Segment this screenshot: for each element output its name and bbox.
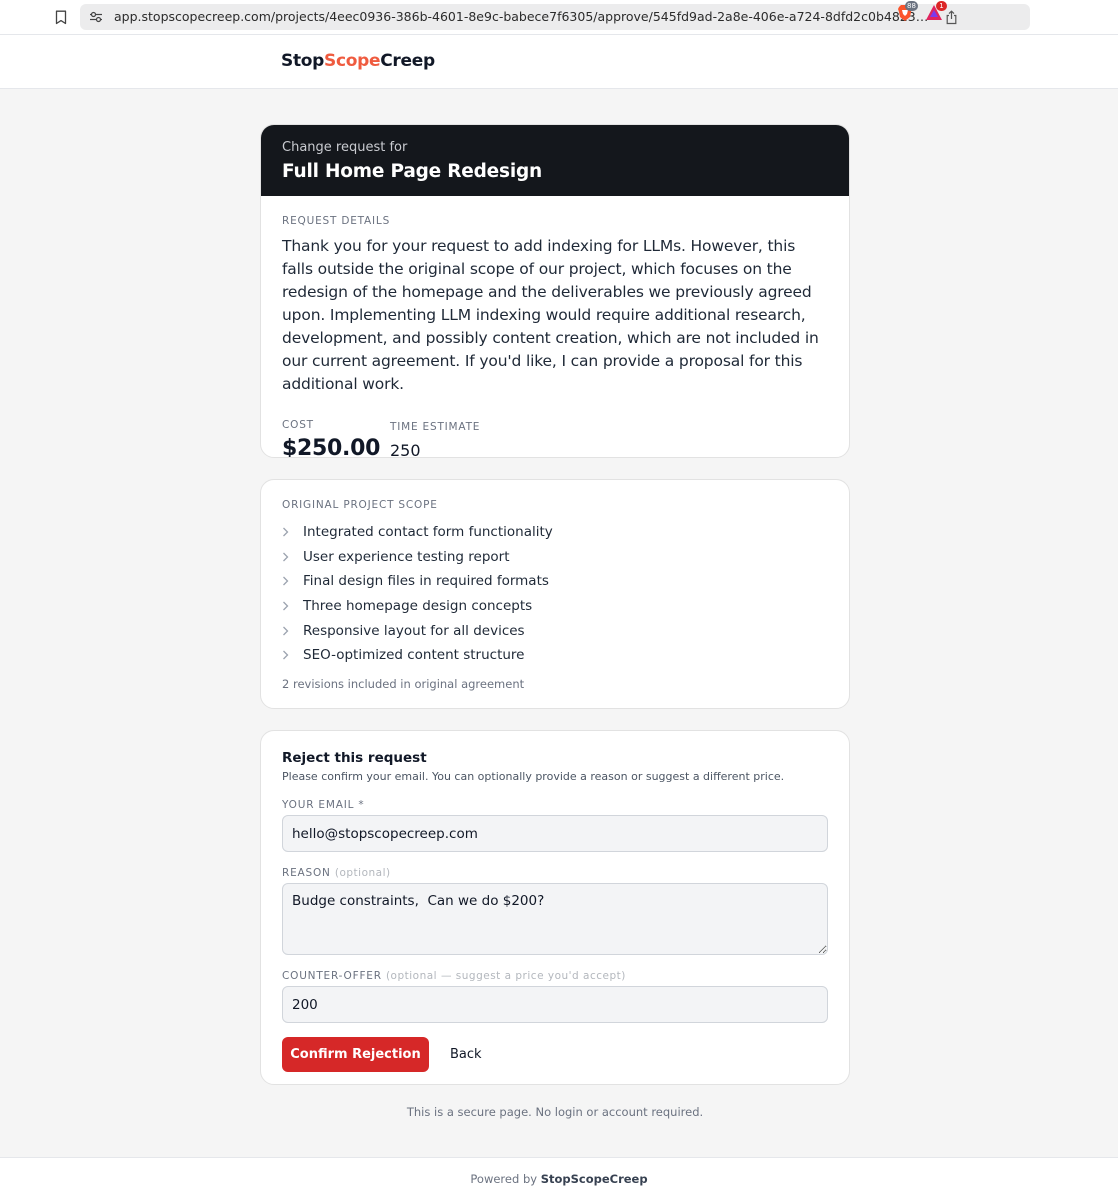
site-info-icon[interactable] xyxy=(88,9,104,25)
logo-text-scope: Scope xyxy=(324,51,381,71)
scope-item-label: Three homepage design concepts xyxy=(303,598,533,615)
time-estimate-metric: TIME ESTIMATE 250 xyxy=(390,420,481,458)
confirm-rejection-button[interactable]: Confirm Rejection xyxy=(282,1037,429,1072)
browser-toolbar: app.stopscopecreep.com/projects/4eec0936… xyxy=(0,0,1118,35)
rewards-count-badge: 1 xyxy=(936,1,947,11)
powered-by-text: Powered by xyxy=(470,1172,538,1186)
email-field[interactable] xyxy=(282,815,828,852)
counter-offer-input[interactable] xyxy=(282,986,828,1023)
footer-brand-link[interactable]: StopScopeCreep xyxy=(541,1172,648,1186)
chevron-right-icon xyxy=(282,527,303,537)
scope-item-label: Responsive layout for all devices xyxy=(303,622,525,639)
cost-value: $250.00 xyxy=(282,436,381,458)
original-scope-card: ORIGINAL PROJECT SCOPE Integrated contac… xyxy=(260,479,850,709)
reason-optional-hint: (optional) xyxy=(334,867,391,879)
secure-page-note: This is a secure page. No login or accou… xyxy=(406,1105,704,1119)
site-header: StopScopeCreep xyxy=(0,35,1118,89)
bookmark-icon[interactable] xyxy=(52,8,70,26)
time-estimate-value: 250 xyxy=(390,441,421,458)
scope-item: Responsive layout for all devices xyxy=(282,618,828,643)
card-header: Change request for Full Home Page Redesi… xyxy=(261,125,849,196)
back-button[interactable]: Back xyxy=(450,1047,482,1062)
scope-item-label: SEO-optimized content structure xyxy=(303,647,525,664)
cost-label: COST xyxy=(282,419,314,431)
reject-title: Reject this request xyxy=(282,750,427,766)
reason-label-text: REASON xyxy=(282,867,331,879)
project-title: Full Home Page Redesign xyxy=(282,161,542,182)
email-label: YOUR EMAIL * xyxy=(282,799,365,811)
change-request-subtitle: Change request for xyxy=(282,140,408,155)
form-actions: Confirm Rejection Back xyxy=(282,1037,828,1072)
reason-textarea[interactable]: Budge constraints, Can we do $200? xyxy=(282,883,828,955)
scope-label: ORIGINAL PROJECT SCOPE xyxy=(282,499,438,511)
scope-item: SEO-optimized content structure xyxy=(282,643,828,668)
logo[interactable]: StopScopeCreep xyxy=(281,51,435,71)
revisions-note: 2 revisions included in original agreeme… xyxy=(282,676,525,691)
scope-item: Integrated contact form functionality xyxy=(282,520,828,545)
reject-form-card: Reject this request Please confirm your … xyxy=(260,730,850,1085)
chevron-right-icon xyxy=(282,576,303,586)
scope-item: User experience testing report xyxy=(282,545,828,570)
time-estimate-label: TIME ESTIMATE xyxy=(390,421,481,433)
counter-offer-label-text: COUNTER-OFFER xyxy=(282,970,382,982)
chevron-right-icon xyxy=(282,552,303,562)
scope-item-label: User experience testing report xyxy=(303,548,510,565)
request-details-label: REQUEST DETAILS xyxy=(282,215,391,227)
counter-offer-hint: (optional — suggest a price you'd accept… xyxy=(385,970,626,982)
url-text[interactable]: app.stopscopecreep.com/projects/4eec0936… xyxy=(114,9,934,25)
logo-text-stop: Stop xyxy=(281,51,325,71)
request-details-text: Thank you for your request to add indexi… xyxy=(282,237,819,393)
shields-count-badge: 88 xyxy=(905,1,918,11)
reject-subtitle: Please confirm your email. You can optio… xyxy=(282,770,785,783)
scope-item: Three homepage design concepts xyxy=(282,594,828,619)
address-bar[interactable]: app.stopscopecreep.com/projects/4eec0936… xyxy=(80,4,1030,30)
request-metrics: COST $250.00 TIME ESTIMATE 250 xyxy=(282,418,828,458)
scope-list: Integrated contact form functionality Us… xyxy=(282,520,828,668)
share-icon[interactable] xyxy=(942,8,960,26)
scope-item-label: Integrated contact form functionality xyxy=(303,524,553,541)
reason-label: REASON (optional) xyxy=(282,866,828,880)
chevron-right-icon xyxy=(282,601,303,611)
cost-metric: COST $250.00 xyxy=(282,418,390,458)
chevron-right-icon xyxy=(282,650,303,660)
request-body: REQUEST DETAILS Thank you for your reque… xyxy=(261,196,849,458)
logo-text-creep: Creep xyxy=(380,51,435,71)
scope-item: Final design files in required formats xyxy=(282,569,828,594)
footer: Powered by StopScopeCreep xyxy=(0,1157,1118,1200)
change-request-card: Change request for Full Home Page Redesi… xyxy=(260,124,850,458)
chevron-right-icon xyxy=(282,626,303,636)
counter-offer-label: COUNTER-OFFER (optional — suggest a pric… xyxy=(282,969,828,983)
scope-item-label: Final design files in required formats xyxy=(303,573,549,590)
